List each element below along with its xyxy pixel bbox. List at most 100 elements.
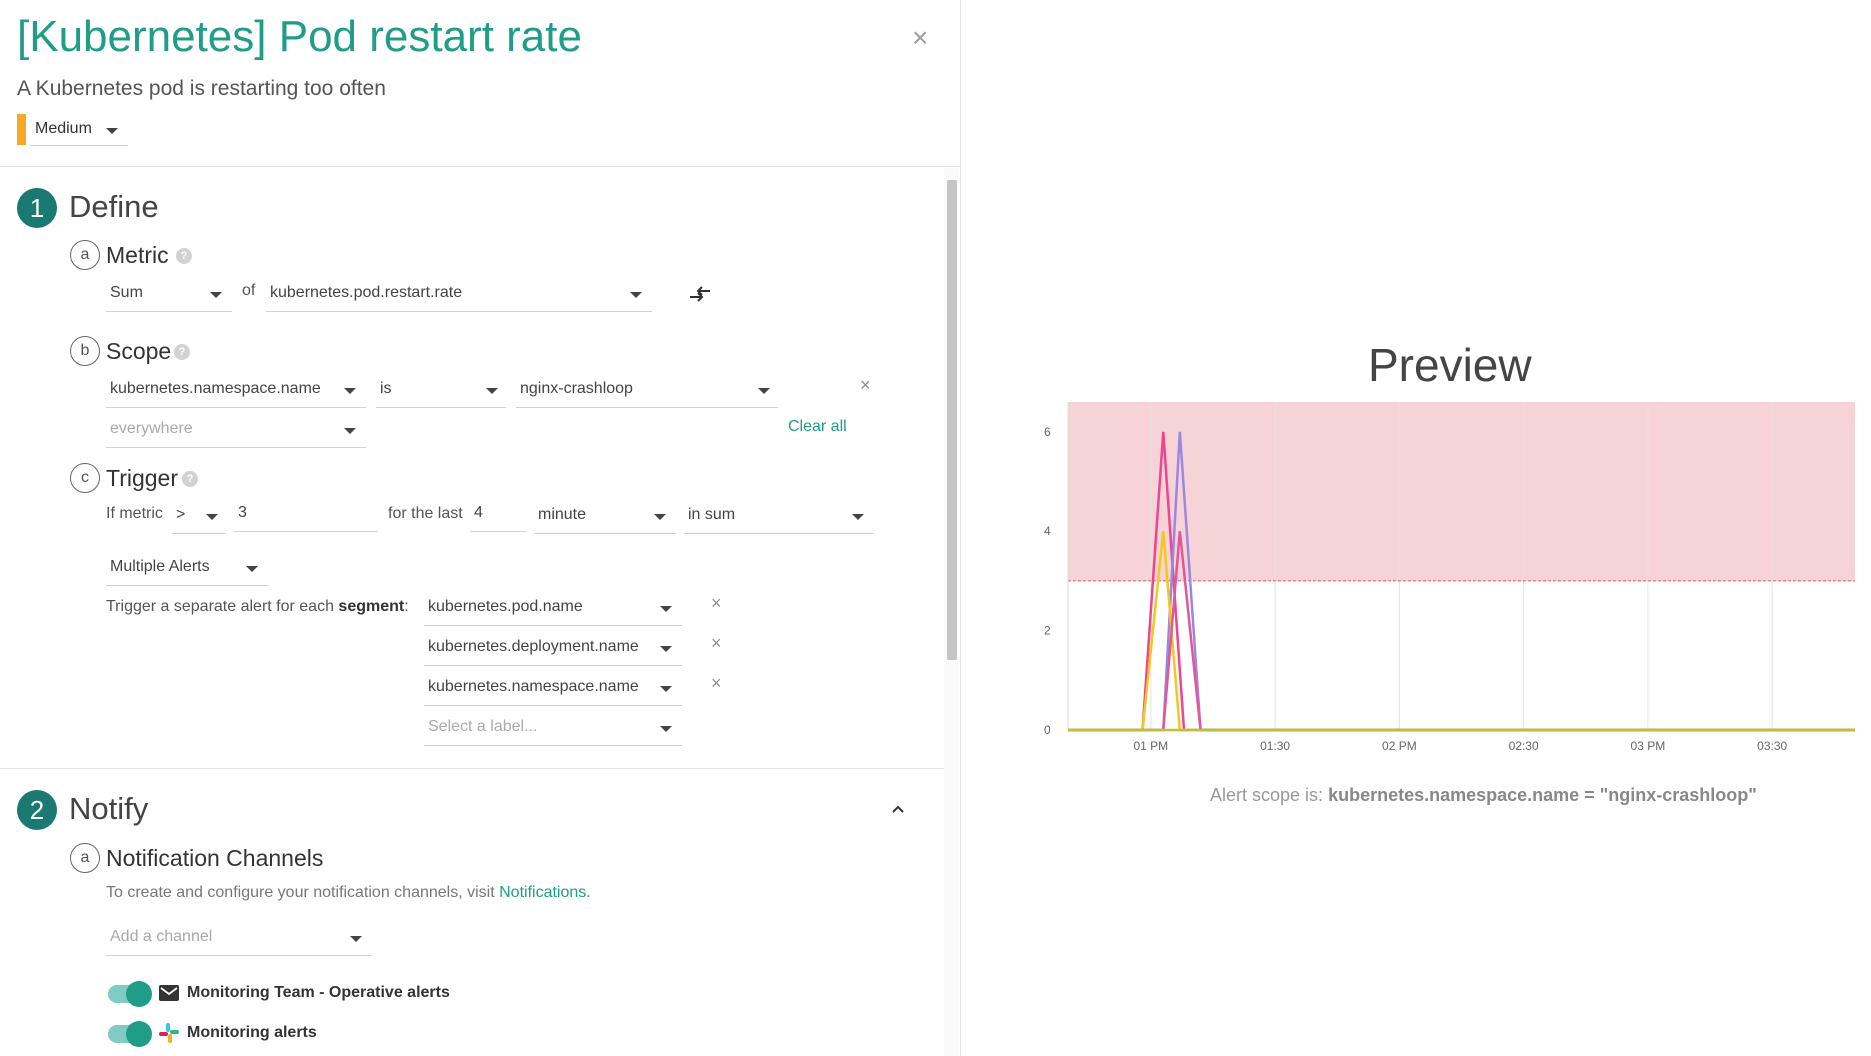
sub-letter-metric: a [70, 240, 100, 270]
add-channel-select[interactable]: Add a channel [106, 920, 372, 956]
help-icon[interactable]: ? [174, 344, 190, 360]
of-label: of [242, 282, 256, 299]
comparator-select[interactable]: > [172, 498, 226, 534]
trigger-aggregation-select[interactable]: in sum [684, 498, 874, 534]
sub-title-scope: Scope [106, 338, 172, 364]
step-number-define: 1 [17, 188, 57, 228]
scrollbar-thumb[interactable] [947, 180, 957, 660]
header-divider [0, 166, 960, 167]
segment-text-suffix: : [404, 598, 409, 615]
chevron-down-icon [660, 726, 672, 732]
y-tick-label: 4 [1044, 524, 1051, 538]
remove-segment-icon[interactable]: × [711, 633, 722, 654]
scope-value-select[interactable]: nginx-crashloop [516, 372, 778, 408]
segment-select[interactable]: kubernetes.pod.name [424, 590, 682, 626]
chevron-down-icon [630, 292, 642, 298]
alert-scope-text: Alert scope is: kubernetes.namespace.nam… [1210, 785, 1757, 806]
scope-expression: kubernetes.namespace.name = "nginx-crash… [1328, 785, 1757, 805]
scope-key-value: kubernetes.namespace.name [110, 380, 321, 397]
help-icon[interactable]: ? [182, 471, 198, 487]
alert-editor: [Kubernetes] Pod restart rate A Kubernet… [0, 0, 1871, 1056]
chevron-up-svg [892, 805, 904, 813]
preview-title: Preview [1368, 339, 1532, 391]
chevron-down-icon [660, 686, 672, 692]
section-title-define: Define [69, 189, 159, 224]
remove-segment-icon[interactable]: × [711, 593, 722, 614]
scope-operator-value: is [380, 380, 392, 397]
metric-aggregation-select[interactable]: Sum [106, 276, 232, 312]
chevron-down-icon [246, 566, 258, 572]
segment-add-select[interactable]: Select a label... [424, 710, 682, 746]
slack-svg [159, 1023, 179, 1043]
preview-chart: 01 PM 01:30 02 PM 02:30 03 PM 03:30 0 2 4 6 [1044, 402, 1855, 750]
scope-operator-select[interactable]: is [376, 372, 506, 408]
sub-letter-trigger: c [70, 463, 100, 493]
notifications-link[interactable]: Notifications [499, 884, 586, 901]
channels-desc-suffix: . [586, 884, 591, 901]
left-panel: [Kubernetes] Pod restart rate A Kubernet… [0, 0, 961, 1056]
severity-select[interactable]: Medium [30, 114, 128, 146]
x-tick-label: 01:30 [1260, 739, 1290, 750]
metric-name-value: kubernetes.pod.restart.rate [270, 284, 463, 301]
chevron-up-icon[interactable] [890, 802, 906, 814]
chevron-down-icon [654, 514, 666, 520]
step-number-notify: 2 [17, 790, 57, 830]
severity-label: Medium [35, 120, 92, 137]
clear-all-link[interactable]: Clear all [788, 418, 847, 436]
sub-title-trigger: Trigger [106, 465, 178, 491]
metric-aggregation-value: Sum [110, 284, 143, 301]
slack-icon [158, 1022, 180, 1044]
channel-name: Monitoring Team - Operative alerts [187, 984, 450, 1001]
segment-value: kubernetes.pod.name [428, 598, 583, 615]
scope-second-placeholder: everywhere [110, 420, 193, 437]
unit-select[interactable]: minute [534, 498, 676, 534]
metric-name-select[interactable]: kubernetes.pod.restart.rate [266, 276, 652, 312]
segment-instructions: Trigger a separate alert for each segmen… [106, 598, 409, 616]
channel-toggle[interactable] [108, 981, 152, 1007]
chevron-down-icon [106, 128, 118, 134]
trigger-aggregation-value: in sum [688, 506, 736, 523]
chevron-down-icon [486, 388, 498, 394]
add-channel-placeholder: Add a channel [110, 928, 213, 945]
if-metric-label: If metric [106, 505, 163, 522]
chevron-down-icon [344, 428, 356, 434]
channel-toggle[interactable] [108, 1021, 152, 1047]
x-tick-label: 02:30 [1509, 739, 1539, 750]
chevron-down-icon [660, 606, 672, 612]
threshold-input[interactable]: 3 [234, 496, 378, 532]
channels-description: To create and configure your notificatio… [106, 884, 591, 902]
swap-arrows-icon[interactable] [688, 284, 712, 304]
duration-input[interactable]: 4 [470, 496, 526, 532]
chevron-down-icon [758, 388, 770, 394]
swap-arrows-svg [690, 286, 710, 302]
section-title-notify: Notify [69, 791, 149, 826]
remove-scope-icon[interactable]: × [860, 375, 871, 396]
segment-value: kubernetes.deployment.name [428, 638, 639, 655]
x-tick-label: 03 PM [1631, 739, 1666, 750]
y-tick-label: 0 [1044, 723, 1051, 737]
sub-letter-channels: a [70, 843, 100, 873]
scope-second-select[interactable]: everywhere [106, 412, 366, 448]
remove-segment-icon[interactable]: × [711, 673, 722, 694]
segment-value: kubernetes.namespace.name [428, 678, 639, 695]
y-tick-label: 6 [1044, 425, 1051, 439]
comparator-value: > [176, 506, 186, 523]
alert-mode-value: Multiple Alerts [110, 558, 210, 575]
scope-value-value: nginx-crashloop [520, 380, 633, 397]
segment-select[interactable]: kubernetes.deployment.name [424, 630, 682, 666]
section-divider [0, 768, 944, 769]
segment-select[interactable]: kubernetes.namespace.name [424, 670, 682, 706]
scope-key-select[interactable]: kubernetes.namespace.name [106, 372, 366, 408]
x-tick-label: 03:30 [1757, 739, 1787, 750]
alert-region [1068, 402, 1855, 581]
close-icon[interactable]: × [912, 22, 928, 54]
chevron-down-icon [852, 514, 864, 520]
segment-text-bold: segment [338, 598, 405, 615]
help-icon[interactable]: ? [176, 248, 192, 264]
segment-placeholder: Select a label... [428, 718, 538, 735]
alert-mode-select[interactable]: Multiple Alerts [106, 550, 268, 586]
x-tick-label: 02 PM [1382, 739, 1417, 750]
chevron-down-icon [660, 646, 672, 652]
email-icon [158, 984, 180, 1002]
scope-prefix: Alert scope is: [1210, 785, 1324, 805]
